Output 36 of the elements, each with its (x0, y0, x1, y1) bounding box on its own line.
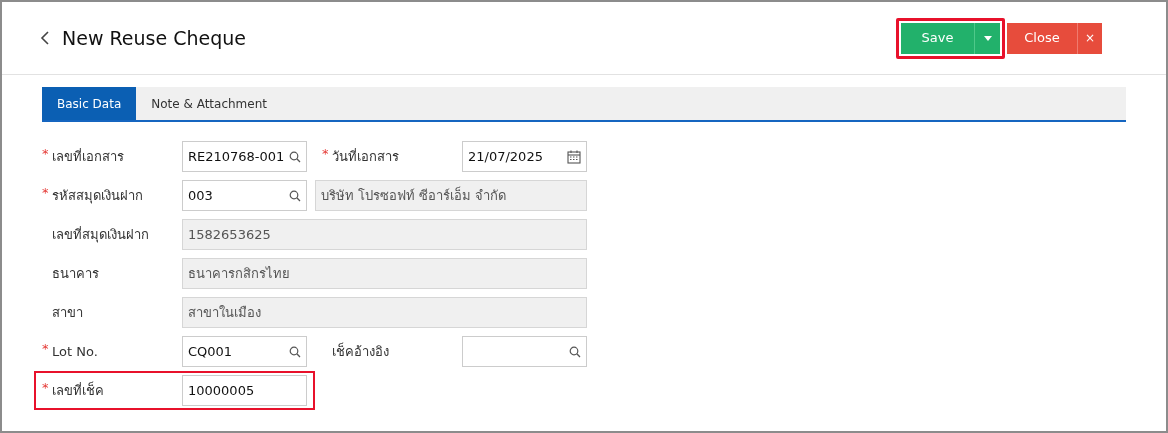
lookup-field[interactable] (462, 336, 587, 367)
field-label: รหัสสมุดเงินฝาก (52, 186, 143, 206)
save-dropdown-button[interactable] (974, 22, 1000, 54)
readonly-field: บริษัท โปรซอฟท์ ซีอาร์เอ็ม จำกัด (315, 180, 587, 211)
search-icon[interactable] (569, 345, 581, 358)
required-asterisk: * (42, 340, 49, 356)
required-asterisk: * (322, 145, 329, 161)
tab[interactable]: Basic Data (42, 87, 137, 120)
lookup-field[interactable]: CQ001 (182, 336, 307, 367)
search-icon[interactable] (289, 189, 301, 202)
required-asterisk: * (42, 184, 49, 200)
back-icon[interactable] (40, 31, 50, 45)
field-label: เลขที่เช็ค (52, 380, 104, 400)
search-icon[interactable] (289, 345, 301, 358)
close-icon[interactable]: × (1077, 22, 1102, 54)
lookup-field[interactable]: RE210768-001 (182, 141, 307, 172)
page-title: New Reuse Cheque (62, 25, 246, 51)
input-field[interactable]: 10000005 (182, 375, 307, 406)
field-label: Lot No. (52, 342, 98, 361)
field-label: สาขา (52, 303, 83, 322)
date-field[interactable]: 21/07/2025 (462, 141, 587, 172)
lookup-field[interactable]: 003 (182, 180, 307, 211)
field-label: ธนาคาร (52, 264, 99, 283)
caret-icon (983, 35, 992, 41)
required-asterisk: * (42, 379, 49, 395)
field-label: วันที่เอกสาร (332, 147, 399, 166)
readonly-field: 1582653625 (182, 219, 587, 250)
required-asterisk: * (42, 145, 49, 161)
calendar-icon[interactable] (567, 149, 581, 164)
close-button[interactable]: Close (1007, 22, 1077, 54)
readonly-field: ธนาคารกสิกรไทย (182, 258, 587, 289)
field-label: เลขที่สมุดเงินฝาก (52, 225, 149, 245)
readonly-field: สาขาในเมือง (182, 297, 587, 328)
search-icon[interactable] (289, 150, 301, 163)
field-label: เลขที่เอกสาร (52, 147, 124, 166)
field-label: เช็คอ้างอิง (332, 341, 389, 361)
